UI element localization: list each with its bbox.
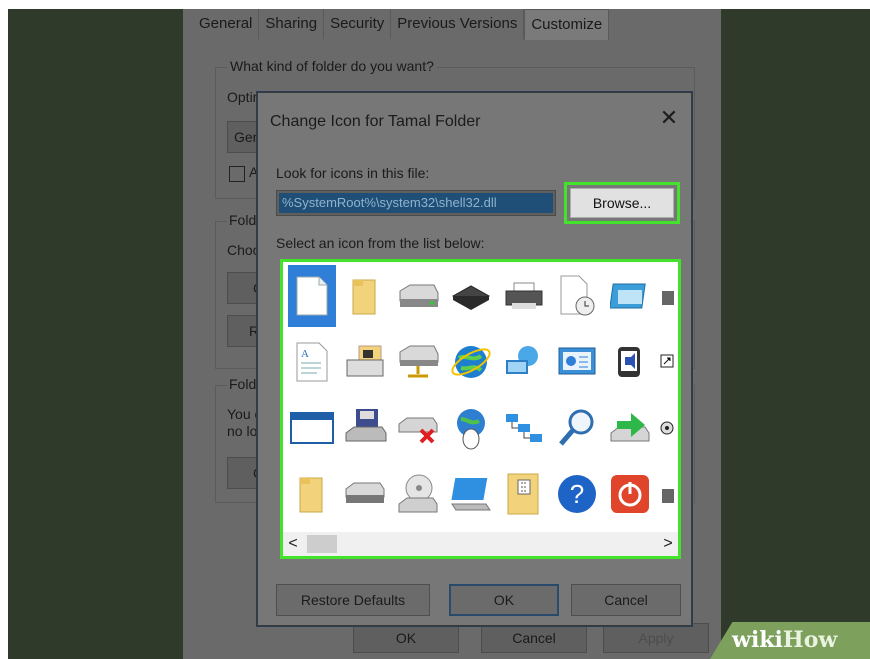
document-clock-icon[interactable] (553, 265, 601, 327)
power-icon[interactable] (606, 463, 654, 525)
look-for-icons-label: Look for icons in this file: (276, 165, 430, 181)
cd-drive-icon[interactable] (394, 463, 442, 525)
pc-folder-icon[interactable] (341, 331, 389, 393)
svg-text:A: A (301, 348, 309, 360)
application-window-icon[interactable] (288, 397, 336, 459)
horizontal-scrollbar[interactable]: < > (283, 532, 678, 556)
text-document-icon[interactable]: A (288, 331, 336, 393)
drive-arrow-icon[interactable] (606, 397, 654, 459)
network-globe-icon[interactable] (500, 331, 548, 393)
icon-file-path-input[interactable]: %SystemRoot%\system32\shell32.dll (276, 190, 556, 216)
tab-general[interactable]: General (193, 9, 260, 39)
watermark-how: How (782, 627, 838, 653)
printer-icon[interactable] (500, 265, 548, 327)
partial-icon[interactable] (659, 463, 675, 525)
icon-list[interactable]: A? < > (280, 259, 681, 559)
drive-icon[interactable] (341, 463, 389, 525)
folder-icons-text-2: no lo (227, 423, 258, 439)
help-icon[interactable]: ? (553, 463, 601, 525)
ok-button[interactable]: OK (353, 623, 459, 653)
dialog-cancel-button[interactable]: Cancel (571, 584, 681, 616)
network-drive-icon[interactable] (394, 331, 442, 393)
scroll-thumb[interactable] (307, 535, 337, 553)
chip-icon[interactable] (447, 265, 495, 327)
svg-text:?: ? (570, 479, 584, 509)
globe-mouse-icon[interactable] (447, 397, 495, 459)
tab-security[interactable]: Security (324, 9, 392, 39)
restore-defaults-button[interactable]: Restore Defaults (276, 584, 430, 616)
watermark-wiki: wiki (732, 627, 783, 653)
drive-delete-icon[interactable] (394, 397, 442, 459)
folder-icon[interactable] (288, 463, 336, 525)
zip-folder-icon[interactable] (500, 463, 548, 525)
tab-sharing[interactable]: Sharing (259, 9, 325, 39)
tab-bar: General Sharing Security Previous Versio… (193, 9, 610, 43)
search-icon[interactable] (553, 397, 601, 459)
change-icon-dialog: Change Icon for Tamal Folder ✕ Look for … (257, 92, 692, 626)
folder-type-heading: What kind of folder do you want? (227, 58, 437, 74)
select-icon-label: Select an icon from the list below: (276, 235, 485, 251)
choose-file-label: Choo (227, 242, 261, 258)
internet-icon[interactable] (447, 331, 495, 393)
control-panel-icon[interactable] (553, 331, 601, 393)
disc-icon[interactable] (659, 397, 675, 459)
network-icon[interactable] (500, 397, 548, 459)
tab-previous-versions[interactable]: Previous Versions (391, 9, 525, 39)
apply-button[interactable]: Apply (603, 623, 709, 653)
scroll-left-icon[interactable]: < (283, 532, 303, 556)
icon-file-path-text: %SystemRoot%\system32\shell32.dll (279, 193, 553, 213)
screenshot-frame: General Sharing Security Previous Versio… (8, 9, 870, 659)
wikihow-watermark: wikiHow (710, 622, 870, 659)
close-icon[interactable]: ✕ (656, 105, 682, 131)
partial-icon[interactable] (659, 265, 675, 327)
floppy-icon[interactable] (341, 397, 389, 459)
dialog-ok-button[interactable]: OK (449, 584, 559, 616)
speaker-icon[interactable] (606, 331, 654, 393)
cancel-button[interactable]: Cancel (481, 623, 587, 653)
blank-document-icon[interactable] (288, 265, 336, 327)
disk-drive-icon[interactable] (394, 265, 442, 327)
browse-button[interactable]: Browse... (570, 188, 674, 218)
folder-icon[interactable] (341, 265, 389, 327)
subfolders-checkbox[interactable] (229, 166, 245, 182)
scroll-right-icon[interactable]: > (658, 532, 678, 556)
tab-customize[interactable]: Customize (524, 9, 610, 40)
monitor-icon[interactable] (447, 463, 495, 525)
shortcut-icon[interactable] (659, 331, 675, 393)
dialog-title: Change Icon for Tamal Folder (270, 113, 481, 130)
window-icon[interactable] (606, 265, 654, 327)
icon-grid: A? (283, 262, 678, 532)
